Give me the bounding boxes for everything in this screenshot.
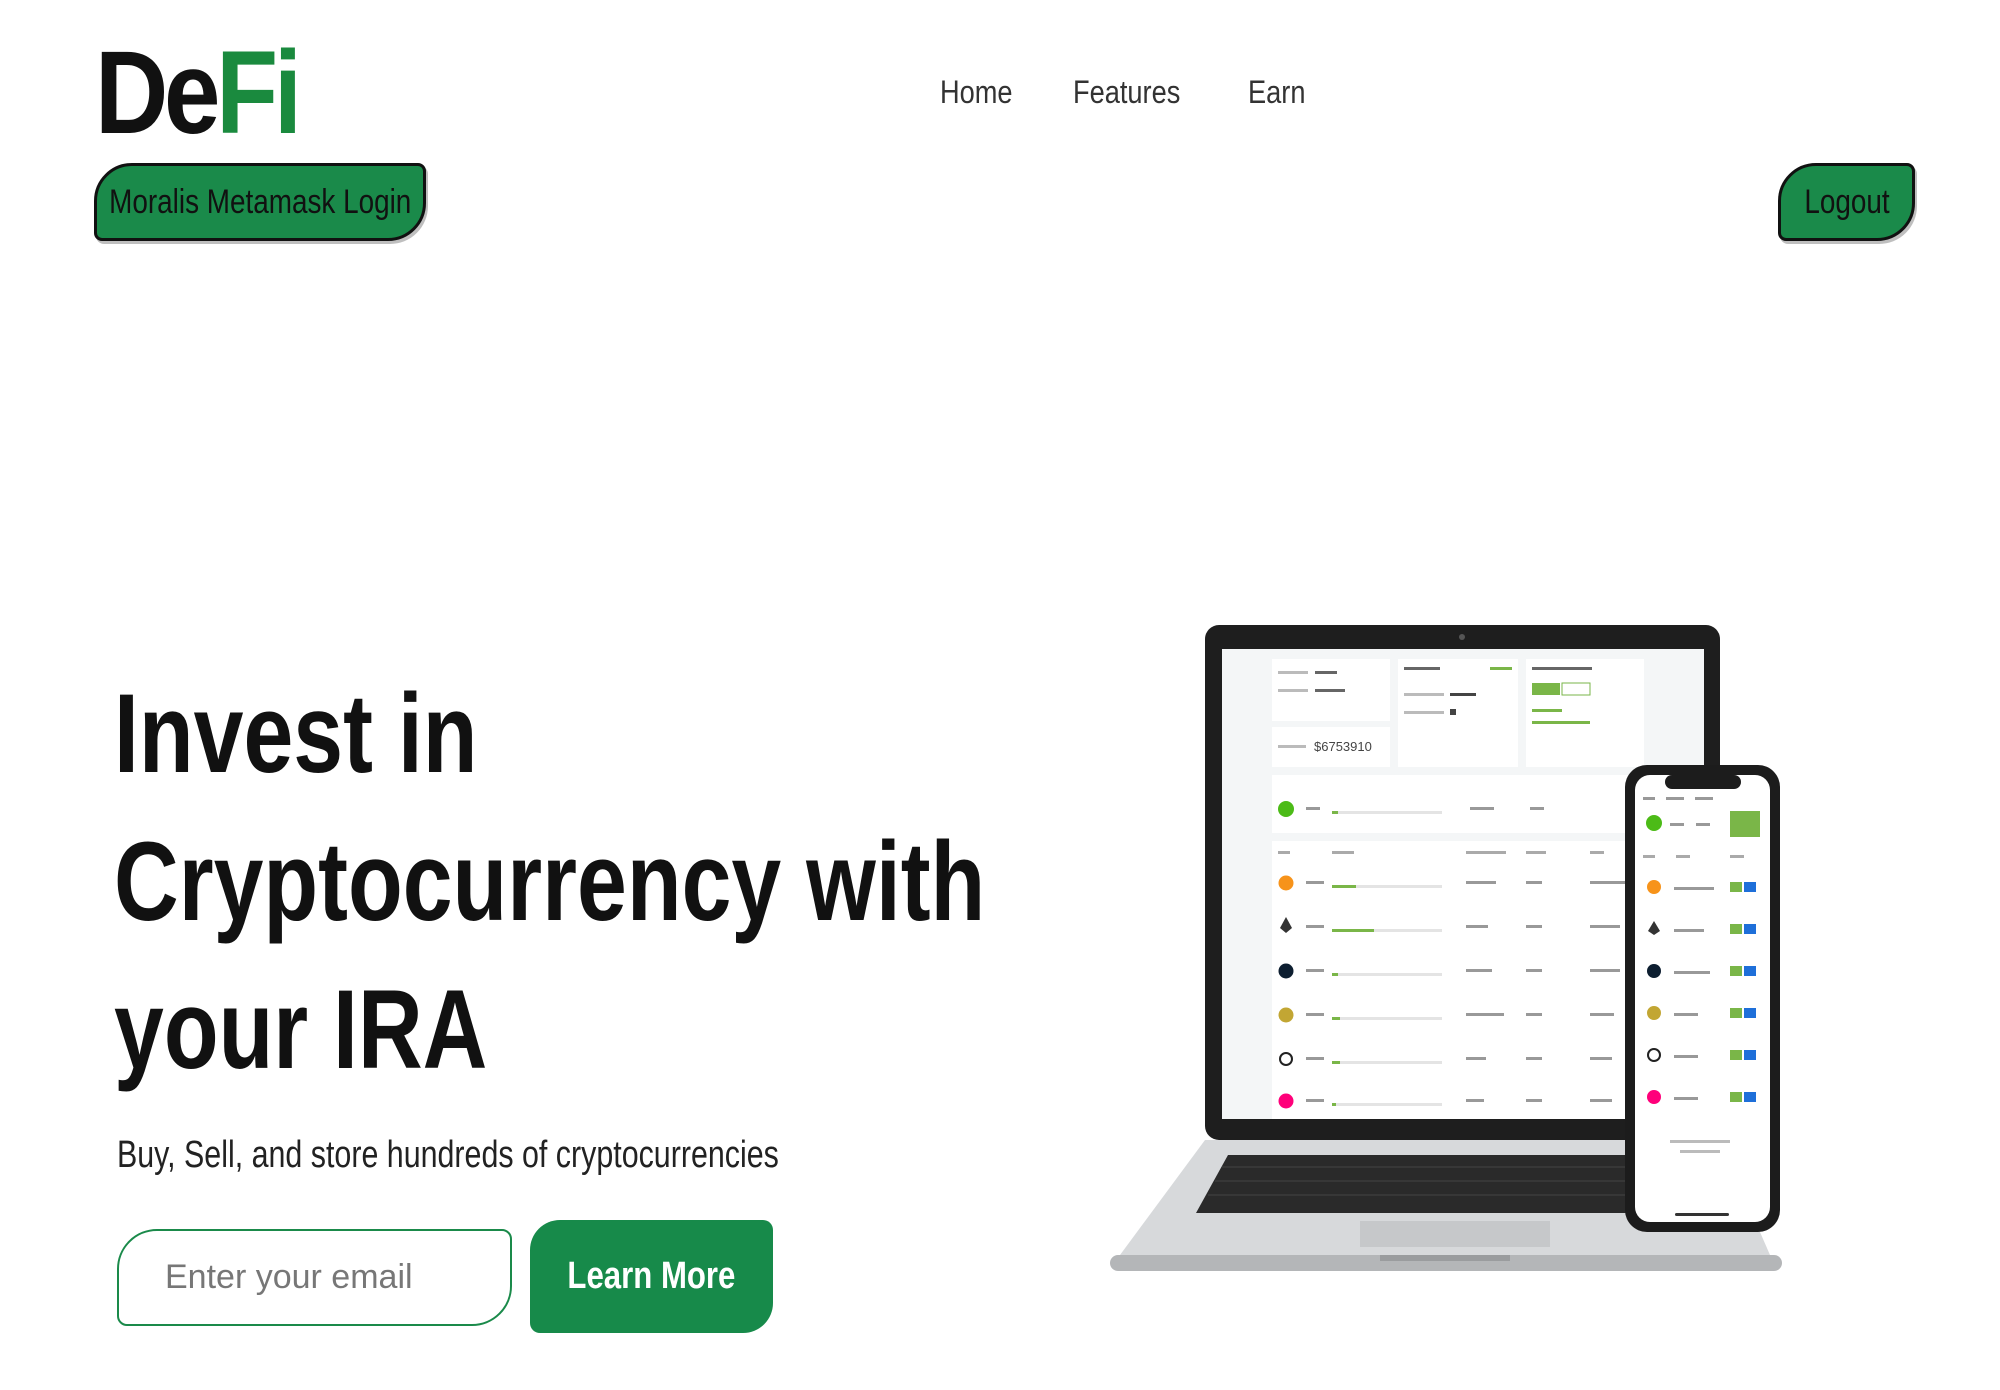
hero-title-line-3: your IRA: [114, 967, 488, 1092]
logo-fi: Fi: [216, 27, 302, 159]
phone-usd-icon: [1646, 815, 1662, 831]
logo-de: De: [95, 27, 220, 159]
login-button-label: Moralis Metamask Login: [108, 182, 412, 221]
laptop-camera: [1459, 634, 1465, 640]
logout-button[interactable]: Logout: [1778, 163, 1915, 241]
hero-subtitle: Buy, Sell, and store hundreds of cryptoc…: [117, 1134, 779, 1176]
learn-more-label: Learn More: [567, 1255, 736, 1297]
phone-deposit-button: [1730, 811, 1760, 837]
email-input[interactable]: [117, 1229, 512, 1326]
hero-title-line-2: Cryptocurrency with: [114, 819, 986, 944]
metamask-login-button[interactable]: Moralis Metamask Login: [94, 163, 426, 241]
logout-button-label: Logout: [1803, 182, 1890, 221]
top-nav: Home Features Earn: [940, 74, 1315, 111]
defi-logo[interactable]: DeFi: [95, 34, 302, 152]
landing-page: DeFi Home Features Earn Moralis Metamask…: [0, 0, 2000, 1390]
nav-earn[interactable]: Earn: [1248, 74, 1305, 111]
phone-screen: [1635, 775, 1770, 1222]
support-card: [1526, 659, 1644, 767]
nav-features[interactable]: Features: [1073, 74, 1180, 111]
hero-title: Invest in Cryptocurrency with your IRA: [114, 660, 985, 1104]
portfolio-value: $6753910: [1314, 739, 1372, 754]
usd-coin-icon: [1278, 801, 1294, 817]
devices-illustration: $6753910: [1110, 625, 1782, 1271]
hero-title-line-1: Invest in: [114, 671, 478, 796]
phone-notch: [1665, 775, 1741, 789]
laptop-trackpad: [1360, 1221, 1550, 1247]
nav-home[interactable]: Home: [940, 74, 1013, 111]
phone-home-indicator: [1675, 1213, 1729, 1216]
learn-more-button[interactable]: Learn More: [530, 1220, 773, 1333]
